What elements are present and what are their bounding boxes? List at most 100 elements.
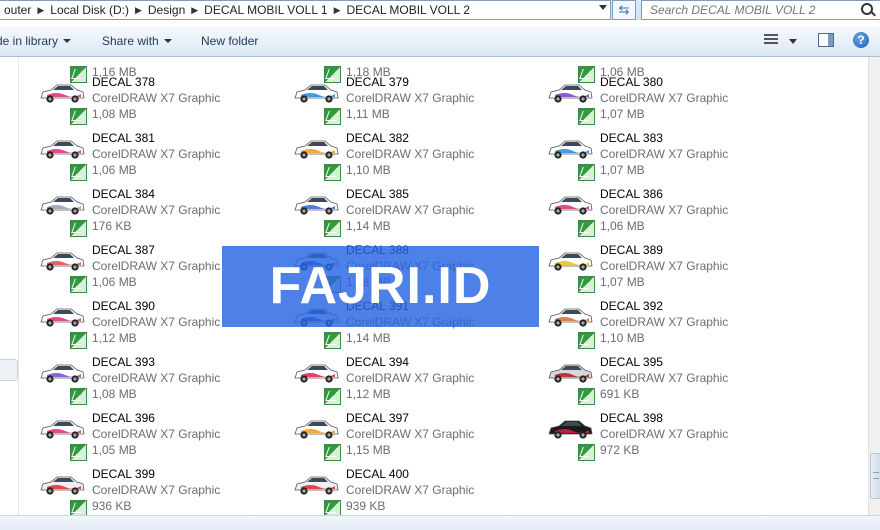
file-tile[interactable]: DECAL 399 CorelDRAW X7 Graphic 936 KB [19, 467, 259, 515]
file-tile[interactable]: DECAL 392 CorelDRAW X7 Graphic 1,10 MB [527, 299, 767, 353]
vertical-scrollbar[interactable] [868, 57, 880, 515]
file-tile[interactable]: DECAL 395 CorelDRAW X7 Graphic 691 KB [527, 355, 767, 409]
coreldraw-file-icon [578, 164, 595, 181]
file-size: 691 KB [600, 387, 640, 401]
breadcrumb-computer[interactable]: outer [0, 3, 35, 17]
file-tile[interactable]: DECAL 398 CorelDRAW X7 Graphic 972 KB [527, 411, 767, 465]
file-name: DECAL 385 [346, 187, 409, 201]
search-input[interactable] [642, 1, 850, 18]
file-thumbnail [547, 133, 595, 181]
breadcrumb-arrow-icon[interactable]: ▶ [35, 5, 46, 16]
command-bar: de in library Share with New folder ? [0, 26, 880, 57]
view-options-dropdown-icon[interactable] [789, 39, 797, 44]
scrollbar-thumb[interactable] [870, 453, 880, 499]
coreldraw-file-icon [578, 388, 595, 405]
file-size: 939 KB [346, 499, 386, 513]
breadcrumb-decal-voll-1[interactable]: DECAL MOBIL VOLL 1 [200, 3, 331, 17]
file-size: 1,10 MB [346, 163, 391, 177]
help-icon[interactable]: ? [853, 32, 869, 48]
file-type: CorelDRAW X7 Graphic [600, 315, 729, 329]
file-type: CorelDRAW X7 Graphic [346, 483, 475, 497]
file-name: DECAL 397 [346, 411, 409, 425]
file-tile[interactable]: DECAL 380 CorelDRAW X7 Graphic 1,07 MB [527, 75, 767, 129]
file-size: 1,07 MB [600, 107, 645, 121]
navigation-pane-item[interactable] [0, 359, 18, 381]
file-name: DECAL 381 [92, 131, 155, 145]
file-tile[interactable]: DECAL 393 CorelDRAW X7 Graphic 1,08 MB [19, 355, 259, 409]
file-thumbnail [547, 413, 595, 461]
file-name: DECAL 392 [600, 299, 663, 313]
file-tile[interactable]: DECAL 394 CorelDRAW X7 Graphic 1,12 MB [273, 355, 513, 409]
coreldraw-file-icon [578, 276, 595, 293]
file-type: CorelDRAW X7 Graphic [346, 371, 475, 385]
preview-pane-icon[interactable] [818, 33, 834, 47]
file-name: DECAL 379 [346, 75, 409, 89]
breadcrumb-arrow-icon[interactable]: ▶ [332, 5, 343, 16]
coreldraw-file-icon [70, 388, 87, 405]
car-decal-preview [294, 140, 339, 159]
refresh-icon: ⇆ [618, 2, 630, 17]
car-decal-preview [294, 364, 339, 383]
file-size: 1,10 MB [600, 331, 645, 345]
file-type: CorelDRAW X7 Graphic [92, 147, 221, 161]
search-icon[interactable] [861, 3, 873, 15]
navigation-pane[interactable] [0, 57, 19, 515]
breadcrumb-arrow-icon[interactable]: ▶ [189, 5, 200, 16]
file-type: CorelDRAW X7 Graphic [92, 483, 221, 497]
file-name: DECAL 389 [600, 243, 663, 257]
file-thumbnail [293, 77, 341, 125]
file-thumbnail [39, 189, 87, 237]
file-size: 1,06 MB [600, 219, 645, 233]
breadcrumb-arrow-icon[interactable]: ▶ [133, 5, 144, 16]
file-size: 176 KB [92, 219, 132, 233]
file-type: CorelDRAW X7 Graphic [600, 147, 729, 161]
file-thumbnail [293, 413, 341, 461]
file-name: DECAL 382 [346, 131, 409, 145]
refresh-button[interactable]: ⇆ [612, 0, 636, 20]
search-box[interactable] [641, 0, 880, 20]
include-in-library-label: de in library [0, 34, 59, 48]
file-tile[interactable]: DECAL 379 CorelDRAW X7 Graphic 1,11 MB [273, 75, 513, 129]
file-size: 1,12 MB [346, 387, 391, 401]
file-tile[interactable]: DECAL 381 CorelDRAW X7 Graphic 1,06 MB [19, 131, 259, 185]
file-type: CorelDRAW X7 Graphic [600, 91, 729, 105]
file-tile[interactable]: DECAL 389 CorelDRAW X7 Graphic 1,07 MB [527, 243, 767, 297]
details-pane [0, 515, 880, 530]
file-tile[interactable]: DECAL 385 CorelDRAW X7 Graphic 1,14 MB [273, 187, 513, 241]
file-name: DECAL 394 [346, 355, 409, 369]
breadcrumb[interactable]: outer ▶ Local Disk (D:) ▶ Design ▶ DECAL… [0, 0, 611, 20]
coreldraw-file-icon [578, 220, 595, 237]
file-type: CorelDRAW X7 Graphic [346, 147, 475, 161]
file-tile[interactable]: DECAL 382 CorelDRAW X7 Graphic 1,10 MB [273, 131, 513, 185]
file-tile[interactable]: DECAL 378 CorelDRAW X7 Graphic 1,08 MB [19, 75, 259, 129]
car-decal-preview [40, 252, 85, 271]
file-tile[interactable]: DECAL 383 CorelDRAW X7 Graphic 1,07 MB [527, 131, 767, 185]
address-bar: outer ▶ Local Disk (D:) ▶ Design ▶ DECAL… [0, 0, 880, 20]
file-tile[interactable]: DECAL 386 CorelDRAW X7 Graphic 1,06 MB [527, 187, 767, 241]
file-thumbnail [39, 301, 87, 349]
car-decal-preview [294, 476, 339, 495]
coreldraw-file-icon [70, 164, 87, 181]
include-in-library-button[interactable]: de in library [0, 34, 72, 48]
file-name: DECAL 395 [600, 355, 663, 369]
file-type: CorelDRAW X7 Graphic [600, 371, 729, 385]
share-with-button[interactable]: Share with [102, 34, 172, 48]
file-tile[interactable]: DECAL 396 CorelDRAW X7 Graphic 1,05 MB [19, 411, 259, 465]
car-decal-preview [548, 308, 593, 327]
file-type: CorelDRAW X7 Graphic [92, 203, 221, 217]
change-view-icon[interactable] [764, 34, 778, 46]
breadcrumb-local-disk[interactable]: Local Disk (D:) [46, 3, 133, 17]
file-thumbnail [547, 245, 595, 293]
file-name: DECAL 384 [92, 187, 155, 201]
new-folder-button[interactable]: New folder [201, 34, 258, 48]
address-history-dropdown-icon[interactable] [599, 5, 607, 10]
file-size: 1,12 MB [92, 331, 137, 345]
file-tile[interactable]: DECAL 384 CorelDRAW X7 Graphic 176 KB [19, 187, 259, 241]
breadcrumb-design[interactable]: Design [144, 3, 189, 17]
breadcrumb-decal-voll-2[interactable]: DECAL MOBIL VOLL 2 [342, 3, 473, 17]
file-tile[interactable]: DECAL 400 CorelDRAW X7 Graphic 939 KB [273, 467, 513, 515]
car-decal-preview [294, 196, 339, 215]
car-decal-preview [294, 84, 339, 103]
file-name: DECAL 378 [92, 75, 155, 89]
file-tile[interactable]: DECAL 397 CorelDRAW X7 Graphic 1,15 MB [273, 411, 513, 465]
